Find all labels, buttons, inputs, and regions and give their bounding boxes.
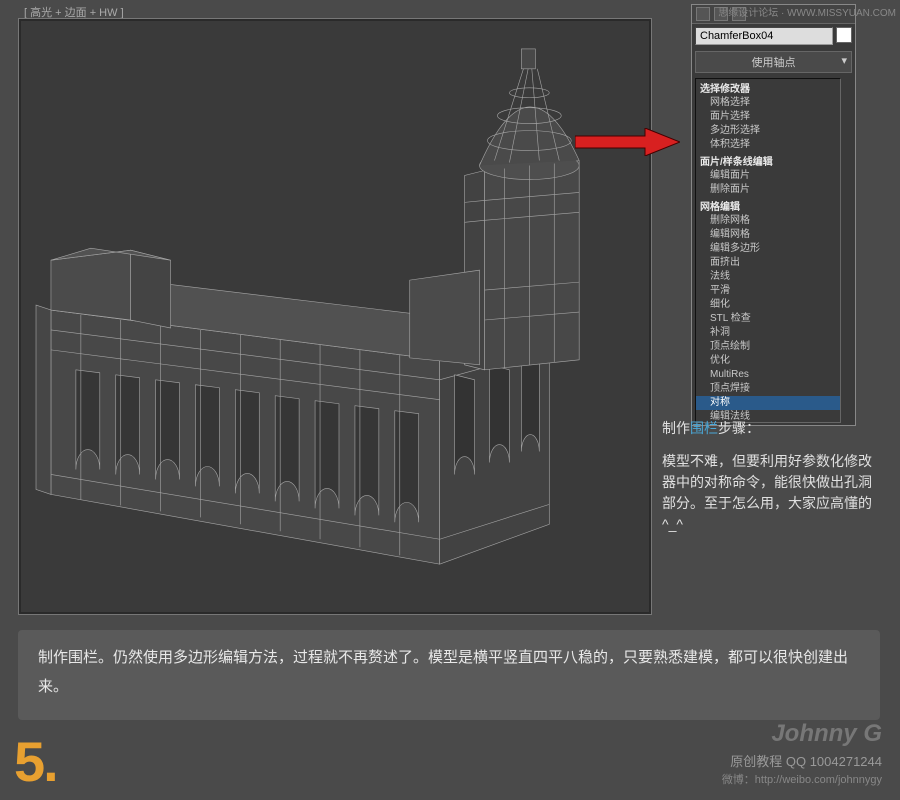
list-item[interactable]: 体积选择: [696, 138, 840, 152]
modifier-panel: ChamferBox04 使用轴点 选择修改器网格选择面片选择多边形选择体积选择…: [691, 4, 856, 426]
text: 步骤：: [718, 420, 760, 436]
scrollbar[interactable]: ▴ ▾: [840, 79, 841, 422]
list-item[interactable]: 法线: [696, 270, 840, 284]
text: 制作: [662, 420, 690, 436]
list-item[interactable]: 网格选择: [696, 96, 840, 110]
list-item[interactable]: STL 检查: [696, 312, 840, 326]
list-item[interactable]: 优化: [696, 354, 840, 368]
list-item[interactable]: 顶点绘制: [696, 340, 840, 354]
list-item[interactable]: 编辑面片: [696, 169, 840, 183]
watermark: 思缘设计论坛 · WWW.MISSYUAN.COM: [718, 4, 896, 19]
list-category: 网格编辑: [696, 197, 840, 214]
list-item[interactable]: 平滑: [696, 284, 840, 298]
list-category: 选择修改器: [696, 79, 840, 96]
modifier-list[interactable]: 选择修改器网格选择面片选择多边形选择体积选择面片/样条线编辑编辑面片删除面片网格…: [695, 78, 841, 423]
viewport-canvas[interactable]: .wl{stroke:#fff;stroke-width:0.6;fill:no…: [21, 21, 649, 612]
list-item[interactable]: 面挤出: [696, 256, 840, 270]
list-item[interactable]: 多边形选择: [696, 124, 840, 138]
instruction-text: 制作围栏步骤： 模型不难，但要利用好参数化修改器中的对称命令，能很快做出孔洞部分…: [662, 418, 872, 535]
list-item[interactable]: 编辑网格: [696, 228, 840, 242]
author-signature: Johnny G 原创教程 QQ 1004271244 微博：http://we…: [722, 716, 882, 788]
step-number: 5.: [14, 729, 57, 794]
instruction-body: 模型不难，但要利用好参数化修改器中的对称命令，能很快做出孔洞部分。至于怎么用，大…: [662, 451, 872, 535]
author-line2: 微博：http://weibo.com/johnnygy: [722, 772, 882, 789]
caption-text: 制作围栏。仍然使用多边形编辑方法，过程就不再赘述了。模型是横平竖直四平八稳的，只…: [38, 649, 848, 695]
modifier-dropdown[interactable]: 使用轴点: [695, 51, 852, 73]
list-item[interactable]: 删除面片: [696, 183, 840, 197]
red-arrow-icon: [575, 128, 680, 156]
list-item[interactable]: 编辑多边形: [696, 242, 840, 256]
list-item[interactable]: 面片选择: [696, 110, 840, 124]
wireframe-model: .wl{stroke:#fff;stroke-width:0.6;fill:no…: [21, 21, 649, 612]
list-item[interactable]: 顶点焊接: [696, 382, 840, 396]
tab-icon[interactable]: [696, 7, 710, 21]
list-item[interactable]: 对称: [696, 396, 840, 410]
author-name: Johnny G: [722, 716, 882, 752]
list-item[interactable]: 删除网格: [696, 214, 840, 228]
author-line1: 原创教程 QQ 1004271244: [722, 752, 882, 772]
object-name-field[interactable]: ChamferBox04: [695, 27, 833, 45]
list-category: 面片/样条线编辑: [696, 152, 840, 169]
list-item[interactable]: 补洞: [696, 326, 840, 340]
caption-box: 制作围栏。仍然使用多边形编辑方法，过程就不再赘述了。模型是横平竖直四平八稳的，只…: [18, 630, 880, 720]
object-color-swatch[interactable]: [836, 27, 852, 43]
viewport-3d[interactable]: .wl{stroke:#fff;stroke-width:0.6;fill:no…: [18, 18, 652, 615]
list-item[interactable]: 细化: [696, 298, 840, 312]
list-item[interactable]: MultiRes: [696, 368, 840, 382]
highlight-text: 围栏: [690, 420, 718, 436]
